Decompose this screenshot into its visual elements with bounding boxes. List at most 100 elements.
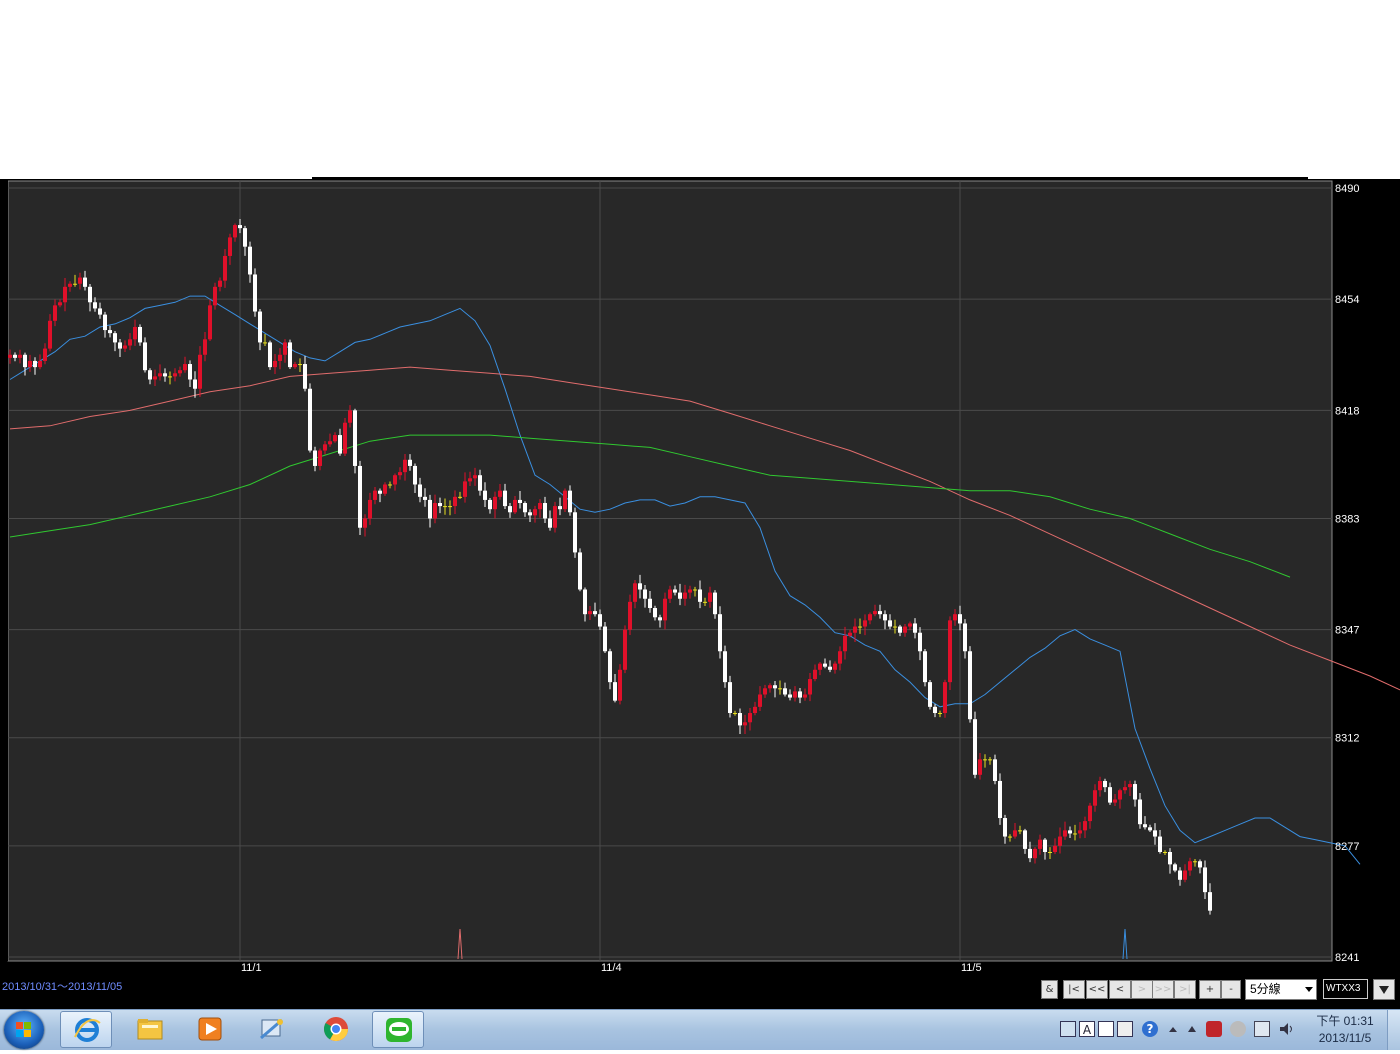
y-tick-label: 8277 — [1335, 841, 1359, 853]
first-button[interactable]: |< — [1063, 980, 1085, 999]
candle-body — [33, 360, 37, 368]
zoom-in-button[interactable]: + — [1199, 980, 1221, 999]
taskbar-ie[interactable] — [60, 1011, 112, 1048]
candle-body — [468, 478, 472, 482]
chart-window: 8490 8454 8418 8383 8347 8312 8277 8241 11/1 11/… — [0, 179, 1400, 1009]
candle-body — [588, 611, 592, 615]
candle-body — [1043, 839, 1047, 852]
clock-date: 2013/11/5 — [1318, 1031, 1372, 1045]
candle-body — [158, 373, 162, 377]
candle-body — [888, 620, 892, 627]
help-icon[interactable]: ? — [1142, 1021, 1158, 1037]
chevron-up-icon — [1169, 1027, 1177, 1032]
candle-body — [503, 490, 507, 507]
chrome-icon — [323, 1017, 348, 1042]
candle-body — [433, 503, 437, 519]
period-select[interactable]: 5分線 — [1245, 979, 1317, 1000]
last-button[interactable]: >| — [1174, 980, 1196, 999]
candle-body — [598, 614, 602, 627]
candle-body — [648, 598, 652, 609]
candle-body — [178, 370, 182, 374]
candle-body — [413, 465, 417, 485]
candle-body — [93, 302, 97, 309]
candle-body — [578, 552, 582, 590]
candle-body — [1168, 851, 1172, 865]
taskbar-chrome[interactable] — [310, 1011, 362, 1048]
taskbar-explorer[interactable] — [124, 1011, 176, 1048]
clock[interactable]: 下午 01:31 2013/11/5 — [1310, 1013, 1380, 1047]
candle-body — [398, 472, 402, 476]
candle-body — [818, 663, 822, 670]
taskbar-media[interactable] — [184, 1011, 236, 1048]
candle-body — [718, 614, 722, 652]
candle-body — [958, 614, 962, 624]
candle-body — [403, 459, 407, 473]
candle-body — [238, 225, 242, 229]
candle-body — [353, 410, 357, 466]
fast-back-button[interactable]: << — [1086, 980, 1108, 999]
candle-body — [48, 320, 52, 349]
candle-body — [463, 481, 467, 497]
chevron-down-icon — [1305, 987, 1313, 992]
back-button[interactable]: < — [1109, 980, 1131, 999]
ime-mode-icon[interactable]: A — [1079, 1021, 1095, 1037]
candle-body — [853, 626, 857, 633]
candle-body — [833, 663, 837, 670]
arrow-up-icon[interactable] — [1184, 1021, 1200, 1037]
candle-body — [293, 364, 297, 368]
taskbar-line[interactable] — [372, 1011, 424, 1048]
candle-body — [1078, 830, 1082, 834]
triangle-down-icon — [1379, 986, 1389, 994]
candle-body — [148, 370, 152, 380]
menu-dropdown-button[interactable] — [1373, 979, 1395, 1000]
fast-forward-button[interactable]: >> — [1152, 980, 1174, 999]
volume-icon[interactable] — [1278, 1021, 1294, 1037]
candle-body — [153, 376, 157, 380]
candle-body — [258, 311, 262, 343]
candle-body — [1178, 870, 1182, 880]
candle-body — [208, 305, 212, 340]
antivirus-icon[interactable] — [1206, 1021, 1222, 1037]
candle-body — [893, 626, 897, 628]
candle-body — [88, 286, 92, 303]
candle-body — [508, 506, 512, 513]
candle-body — [913, 623, 917, 633]
candle-body — [788, 694, 792, 698]
candle-body — [953, 614, 957, 621]
candlestick-chart[interactable]: 84908454841883838347831282778241 11/1 11/… — [0, 179, 1400, 1009]
show-hidden-icons[interactable] — [1165, 1021, 1181, 1037]
candle-body — [1018, 830, 1022, 832]
usb-icon[interactable] — [1230, 1021, 1246, 1037]
taskbar-tool[interactable] — [246, 1011, 298, 1048]
candle-body — [593, 611, 597, 615]
forward-button[interactable]: > — [1131, 980, 1153, 999]
candle-body — [698, 589, 702, 602]
candle-body — [778, 688, 782, 690]
candle-body — [498, 490, 502, 497]
candle-body — [703, 601, 707, 603]
candle-body — [248, 246, 252, 275]
candle-body — [1088, 805, 1092, 822]
candle-body — [568, 490, 572, 513]
language-bar-icon[interactable] — [1098, 1021, 1114, 1037]
keyboard-icon[interactable] — [1060, 1021, 1076, 1037]
candle-body — [123, 345, 127, 349]
candle-body — [98, 308, 102, 315]
input-options-icon[interactable] — [1117, 1021, 1133, 1037]
candle-body — [783, 688, 787, 695]
candle-body — [298, 364, 302, 366]
zoom-out-button[interactable]: - — [1221, 980, 1241, 999]
candle-body — [363, 518, 367, 528]
show-desktop-button[interactable] — [1387, 1010, 1400, 1050]
candle-body — [683, 592, 687, 599]
options-button[interactable]: & — [1041, 980, 1058, 999]
start-button[interactable] — [4, 1011, 44, 1049]
candle-body — [253, 274, 257, 312]
network-icon[interactable] — [1254, 1021, 1270, 1037]
candle-body — [203, 339, 207, 355]
candle-body — [18, 354, 22, 358]
symbol-field[interactable]: WTXX3 — [1323, 979, 1368, 999]
candle-body — [883, 614, 887, 621]
candle-body — [268, 342, 272, 368]
candle-body — [1098, 780, 1102, 791]
